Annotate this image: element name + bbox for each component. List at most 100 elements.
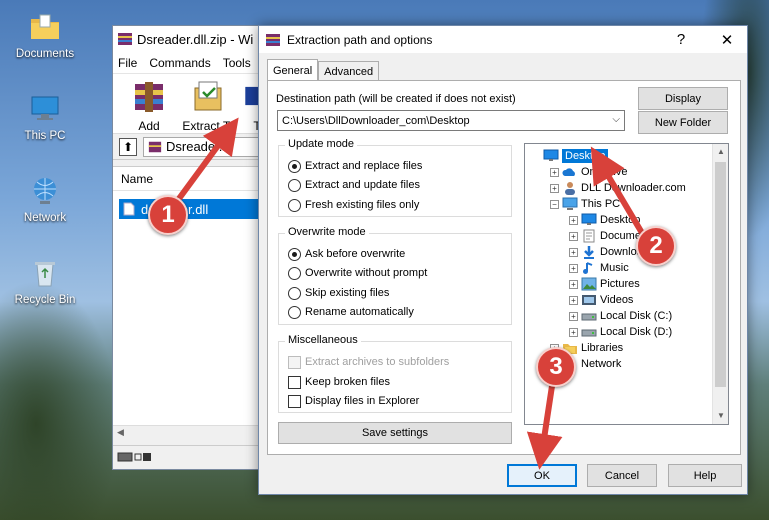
- new-folder-button[interactable]: New Folder: [638, 111, 728, 134]
- check-keep-broken[interactable]: Keep broken files: [288, 374, 390, 390]
- file-row[interactable]: dsreader.dll: [119, 199, 269, 219]
- radio-button[interactable]: [288, 178, 301, 192]
- new-folder-button-label: New Folder: [654, 116, 712, 129]
- desktop-icon-recycle-bin[interactable]: Recycle Bin: [0, 256, 90, 306]
- expand-icon[interactable]: +: [569, 231, 578, 241]
- dialog-tabs: General Advanced: [267, 59, 380, 81]
- checkbox[interactable]: [288, 375, 301, 389]
- expand-icon[interactable]: +: [569, 279, 578, 289]
- expand-icon[interactable]: +: [550, 183, 559, 193]
- winrar-path-field[interactable]: Dsreader.dl: [143, 136, 271, 157]
- expand-icon[interactable]: +: [569, 327, 578, 337]
- scroll-left-icon[interactable]: ◀: [117, 427, 124, 438]
- scroll-down-icon[interactable]: ▼: [713, 408, 729, 424]
- add-button[interactable]: Add: [121, 78, 177, 133]
- overwrite-mode-group: Overwrite mode Ask before overwrite Over…: [278, 226, 512, 325]
- desktop-icon: [581, 213, 597, 227]
- desktop-icon-documents[interactable]: Documents: [0, 10, 90, 60]
- destination-path-value: C:\Users\DllDownloader_com\Desktop: [282, 114, 470, 127]
- scrollbar-thumb[interactable]: [715, 162, 726, 387]
- desktop-icon-label: This PC: [24, 130, 66, 142]
- radio-label: Rename automatically: [305, 306, 414, 318]
- help-button-label: Help: [693, 469, 717, 482]
- tree-node[interactable]: + Music: [569, 260, 629, 276]
- help-title-button[interactable]: ?: [661, 26, 701, 53]
- expand-icon: [531, 152, 540, 161]
- close-button[interactable]: ✕: [707, 26, 747, 53]
- winrar-file-list: Name dsreader.dll ◀: [113, 166, 271, 441]
- folder-tree-scrollbar[interactable]: ▲ ▼: [712, 144, 728, 424]
- radio-button[interactable]: [288, 305, 301, 319]
- tree-node[interactable]: + Desktop: [569, 212, 640, 228]
- expand-icon[interactable]: +: [569, 311, 578, 321]
- column-header-name[interactable]: Name: [113, 167, 271, 191]
- checkbox[interactable]: [288, 394, 301, 408]
- miscellaneous-group: Miscellaneous Extract archives to subfol…: [278, 334, 512, 413]
- annotation-badge-text: 1: [161, 201, 175, 228]
- expand-icon[interactable]: +: [550, 167, 559, 177]
- tree-node[interactable]: + DLL Downloader.com: [550, 180, 686, 196]
- collapse-icon[interactable]: −: [550, 199, 559, 209]
- up-folder-icon[interactable]: ⬆: [119, 137, 137, 156]
- radio-rename-auto[interactable]: Rename automatically: [288, 304, 414, 320]
- annotation-badge-text: 2: [649, 232, 663, 259]
- display-button[interactable]: Display: [638, 87, 728, 110]
- check-display-explorer[interactable]: Display files in Explorer: [288, 393, 419, 409]
- radio-extract-update[interactable]: Extract and update files: [288, 177, 420, 193]
- folder-icon: [31, 14, 59, 39]
- annotation-badge-3: 3: [536, 347, 576, 387]
- extract-to-button[interactable]: Extract To: [179, 78, 239, 133]
- desktop-icon: [543, 149, 559, 163]
- radio-ask-before[interactable]: Ask before overwrite: [288, 246, 405, 262]
- expand-icon[interactable]: +: [569, 295, 578, 305]
- desktop-icon-this-pc[interactable]: This PC: [0, 92, 90, 142]
- expand-icon[interactable]: +: [569, 263, 578, 273]
- tree-node[interactable]: + Local Disk (D:): [569, 324, 672, 340]
- chevron-down-icon[interactable]: ⌵: [612, 114, 620, 125]
- save-settings-button[interactable]: Save settings: [278, 422, 512, 444]
- help-button[interactable]: Help: [668, 464, 742, 487]
- tree-node[interactable]: + Videos: [569, 292, 633, 308]
- radio-label: Ask before overwrite: [305, 248, 406, 260]
- winrar-titlebar[interactable]: Dsreader.dll.zip - Wi: [113, 26, 271, 52]
- add-label: Add: [138, 119, 160, 133]
- tab-advanced[interactable]: Advanced: [318, 61, 380, 81]
- tree-node-label: Music: [600, 262, 629, 274]
- tree-node[interactable]: − This PC: [550, 196, 620, 212]
- winrar-statusbar: [113, 445, 271, 469]
- radio-label: Skip existing files: [305, 287, 390, 299]
- tree-node-label: DLL Downloader.com: [581, 182, 686, 194]
- winrar-hscroll[interactable]: ◀: [113, 425, 271, 441]
- menu-commands[interactable]: Commands: [149, 56, 210, 70]
- radio-button[interactable]: [288, 198, 301, 212]
- radio-skip-existing[interactable]: Skip existing files: [288, 285, 389, 301]
- tree-node[interactable]: Desktop: [531, 148, 609, 164]
- cancel-button[interactable]: Cancel: [587, 464, 657, 487]
- winrar-window: Dsreader.dll.zip - Wi File Commands Tool…: [112, 25, 272, 470]
- radio-overwrite-without[interactable]: Overwrite without prompt: [288, 265, 427, 281]
- display-button-label: Display: [664, 92, 702, 105]
- tree-node[interactable]: + Local Disk (C:): [569, 308, 672, 324]
- checkbox-label: Keep broken files: [305, 376, 390, 388]
- expand-icon[interactable]: +: [569, 247, 578, 257]
- radio-fresh-existing[interactable]: Fresh existing files only: [288, 197, 419, 213]
- destination-path-combobox[interactable]: C:\Users\DllDownloader_com\Desktop ⌵: [277, 110, 625, 131]
- dialog-title: Extraction path and options: [287, 32, 433, 47]
- ok-button[interactable]: OK: [507, 464, 577, 487]
- radio-button-selected[interactable]: [288, 247, 301, 261]
- radio-button[interactable]: [288, 286, 301, 300]
- radio-extract-replace[interactable]: Extract and replace files: [288, 158, 422, 174]
- radio-button[interactable]: [288, 266, 301, 280]
- menu-file[interactable]: File: [118, 56, 137, 70]
- desktop-icon-network[interactable]: Network: [0, 174, 90, 224]
- annotation-badge-1: 1: [148, 195, 188, 235]
- tree-node[interactable]: + Pictures: [569, 276, 640, 292]
- menu-tools[interactable]: Tools: [223, 56, 251, 70]
- expand-icon[interactable]: +: [569, 215, 578, 225]
- ok-button-label: OK: [534, 469, 550, 482]
- scroll-up-icon[interactable]: ▲: [713, 144, 729, 160]
- radio-button-selected[interactable]: [288, 159, 301, 173]
- tab-general[interactable]: General: [267, 59, 319, 81]
- tree-node-label: OneDrive: [581, 166, 628, 178]
- tree-node[interactable]: + OneDrive: [550, 164, 627, 180]
